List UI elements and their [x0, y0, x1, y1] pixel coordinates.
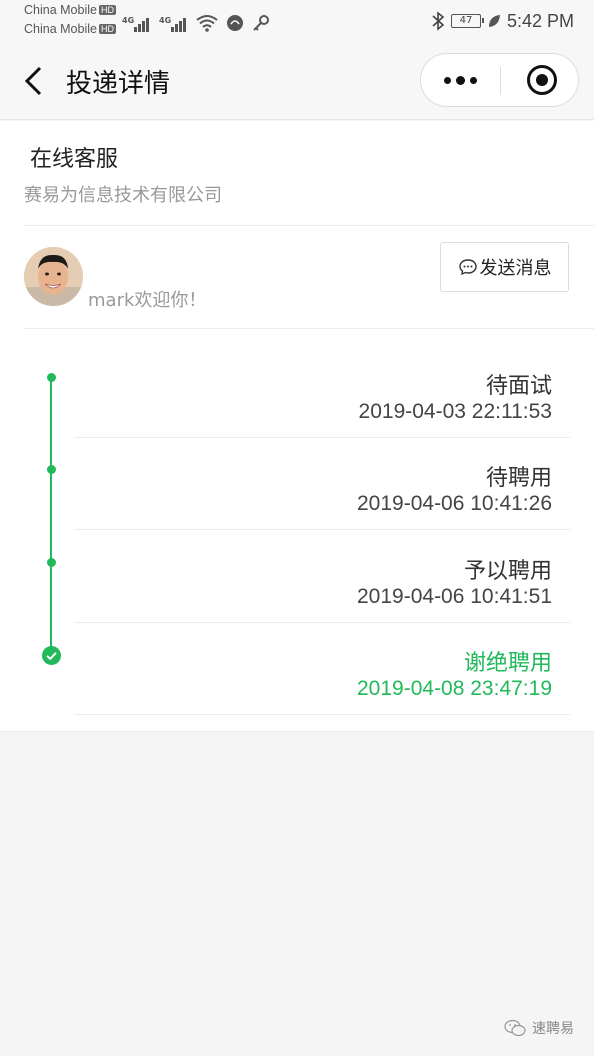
company-section: 在线客服 赛易为信息技术有限公司: [0, 121, 594, 226]
timeline-check-icon: [42, 646, 61, 665]
person-avatar-icon: [24, 247, 83, 306]
section-title: 在线客服: [30, 147, 119, 172]
clock: 5:42 PM: [506, 10, 574, 31]
close-button[interactable]: [501, 54, 579, 106]
battery-indicator: 47: [450, 14, 484, 28]
app-notification-icon: [227, 15, 243, 31]
divider: [24, 328, 594, 329]
more-dot-icon: [456, 75, 465, 85]
detail-card: 在线客服 赛易为信息技术有限公司 mark欢迎你！ 发送消息 待面试 2019-…: [0, 121, 594, 732]
timeline-time: 2019-04-03 22:11:53: [358, 400, 552, 423]
network-type-1: 4G: [122, 16, 135, 25]
target-dot-icon: [536, 74, 548, 86]
nav-bar: 投递详情: [0, 42, 594, 120]
timeline-time: 2019-04-06 10:41:26: [357, 492, 552, 515]
timeline-line: [50, 378, 52, 655]
watermark-text: 速聘易: [532, 1021, 574, 1037]
timeline-item: 谢绝聘用 2019-04-08 23:47:19: [74, 623, 570, 715]
timeline-dot: [46, 465, 56, 474]
timeline-status: 待聘用: [485, 466, 552, 491]
leaf-icon: [488, 15, 500, 27]
page-title: 投递详情: [66, 69, 171, 99]
timeline-time: 2019-04-06 10:41:51: [357, 585, 552, 608]
timeline-item: 予以聘用 2019-04-06 10:41:51: [74, 531, 570, 623]
carrier-name-1: China Mobile: [24, 3, 97, 17]
signal-icons: 4G 4G: [122, 8, 270, 32]
wechat-logo-icon: [504, 1019, 526, 1037]
divider: [24, 225, 594, 226]
timeline-status: 予以聘用: [463, 559, 552, 584]
wifi-icon: [196, 15, 218, 32]
timeline-status: 谢绝聘用: [463, 651, 552, 676]
more-dot-icon: [444, 76, 451, 84]
carrier-label-2: China Mobile HD: [24, 22, 116, 36]
carrier-label-1: China Mobile HD: [24, 3, 116, 17]
chat-bubble-icon: [458, 259, 477, 276]
status-bar: China Mobile HD China Mobile HD 4G 4G 47…: [0, 0, 594, 42]
avatar: [24, 247, 83, 306]
company-name: 赛易为信息技术有限公司: [24, 185, 222, 206]
back-arrow-icon[interactable]: [22, 66, 46, 96]
status-right: 47 5:42 PM: [431, 8, 574, 34]
timeline-dot: [46, 558, 56, 567]
more-button[interactable]: [421, 54, 500, 106]
timeline-item: 待面试 2019-04-03 22:11:53: [74, 346, 570, 438]
signal-icon: 4G: [159, 16, 186, 32]
timeline-time: 2019-04-08 23:47:19: [357, 677, 552, 700]
key-icon: [253, 15, 269, 31]
more-dot-icon: [470, 76, 477, 84]
hd-badge: HD: [98, 5, 116, 15]
watermark: 速聘易: [504, 1018, 574, 1038]
timeline-item: 待聘用 2019-04-06 10:41:26: [74, 438, 570, 530]
send-message-label: 发送消息: [479, 258, 552, 279]
send-message-button[interactable]: 发送消息: [440, 242, 569, 292]
network-type-2: 4G: [159, 16, 172, 25]
carrier-name-2: China Mobile: [24, 22, 97, 36]
signal-icon: 4G: [122, 16, 149, 32]
greeting-text: mark欢迎你！: [88, 290, 207, 311]
hd-badge: HD: [98, 24, 116, 34]
timeline-status: 待面试: [485, 374, 552, 399]
bluetooth-icon: [432, 11, 445, 31]
timeline-dot: [46, 373, 56, 382]
mini-program-capsule: [420, 53, 579, 107]
